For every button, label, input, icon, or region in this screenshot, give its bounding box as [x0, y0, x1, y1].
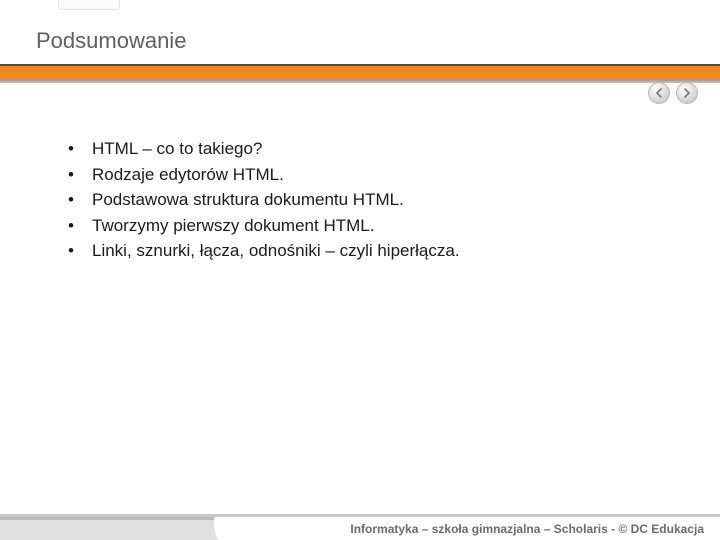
top-tab-decor — [58, 0, 120, 10]
list-item-text: Rodzaje edytorów HTML. — [92, 162, 284, 188]
list-item: •Tworzymy pierwszy dokument HTML. — [60, 213, 680, 239]
list-item: •HTML – co to takiego? — [60, 136, 680, 162]
nav-buttons — [648, 82, 698, 104]
footer-text: Informatyka – szkoła gimnazjalna – Schol… — [350, 522, 704, 536]
prev-button[interactable] — [648, 82, 670, 104]
list-item-text: Linki, sznurki, łącza, odnośniki – czyli… — [92, 238, 460, 264]
bullet-list: •HTML – co to takiego? •Rodzaje edytorów… — [60, 136, 680, 264]
list-item-text: Podstawowa struktura dokumentu HTML. — [92, 187, 404, 213]
bullet-dot: • — [60, 136, 92, 162]
bullet-dot: • — [60, 213, 92, 239]
bullet-dot: • — [60, 187, 92, 213]
next-button[interactable] — [676, 82, 698, 104]
content-area: •HTML – co to takiego? •Rodzaje edytorów… — [60, 136, 680, 264]
list-item-text: HTML – co to takiego? — [92, 136, 262, 162]
header-divider-gray — [0, 80, 720, 83]
slide: Podsumowanie •HTML – co to takiego? •Rod… — [0, 0, 720, 540]
header-divider-orange — [0, 64, 720, 80]
list-item: •Rodzaje edytorów HTML. — [60, 162, 680, 188]
chevron-left-icon — [655, 88, 663, 98]
page-title: Podsumowanie — [36, 28, 186, 54]
footer-curve-decor — [0, 517, 250, 540]
chevron-right-icon — [683, 88, 691, 98]
list-item: •Linki, sznurki, łącza, odnośniki – czyl… — [60, 238, 680, 264]
bullet-dot: • — [60, 238, 92, 264]
bullet-dot: • — [60, 162, 92, 188]
list-item-text: Tworzymy pierwszy dokument HTML. — [92, 213, 374, 239]
list-item: •Podstawowa struktura dokumentu HTML. — [60, 187, 680, 213]
